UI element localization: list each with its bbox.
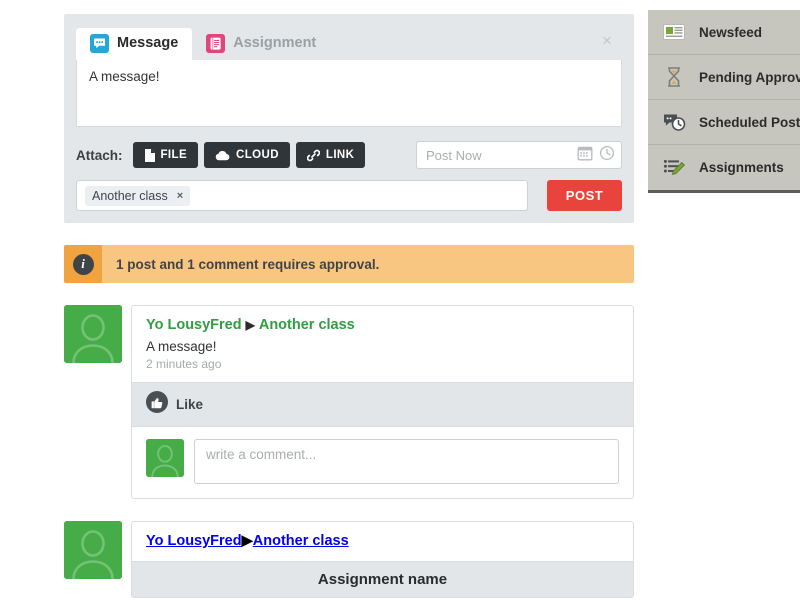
recipients-row: Another class × POST xyxy=(76,180,622,211)
feed-post-assignment: Yo LousyFred▶Another class Assignment na… xyxy=(64,521,634,598)
right-sidebar: Newsfeed Pending Approval xyxy=(648,10,800,193)
schedule-input[interactable]: Post Now xyxy=(426,148,571,163)
avatar[interactable] xyxy=(64,305,122,364)
thumbs-up-icon xyxy=(146,391,168,418)
post-author-link[interactable]: Yo LousyFred xyxy=(146,533,242,549)
attach-link-label: LINK xyxy=(325,149,355,161)
like-bar[interactable]: Like xyxy=(132,382,633,427)
assignments-pencil-icon xyxy=(662,156,686,180)
post-author-link[interactable]: Yo LousyFred xyxy=(146,317,242,333)
attach-label: Attach: xyxy=(76,147,123,163)
sidebar-item-pending-approval-label: Pending Approval xyxy=(699,69,800,85)
post-body-text: A message! xyxy=(146,339,217,354)
like-label: Like xyxy=(176,397,204,412)
main-column: Message Assignment × A message! Attach: … xyxy=(64,0,634,598)
sidebar-item-scheduled-posts-label: Scheduled Posts xyxy=(699,114,800,130)
recipient-chip-label: Another class xyxy=(92,188,168,203)
post-separator-icon: ▶ xyxy=(245,318,255,332)
sidebar-item-assignments[interactable]: Assignments xyxy=(648,145,800,190)
tab-message-label: Message xyxy=(117,35,179,52)
recipients-input[interactable]: Another class × xyxy=(76,180,528,211)
composer-tabs: Message Assignment × xyxy=(76,28,622,60)
newsfeed-icon xyxy=(662,20,686,44)
assignment-title: Assignment name xyxy=(132,561,633,597)
message-textarea[interactable]: A message! xyxy=(76,60,622,127)
sidebar-item-scheduled-posts[interactable]: Scheduled Posts xyxy=(648,100,800,145)
speech-bubble-icon xyxy=(90,34,109,53)
app-root: Message Assignment × A message! Attach: … xyxy=(0,0,800,600)
attach-link-button[interactable]: LINK xyxy=(295,142,366,168)
attach-file-label: FILE xyxy=(160,149,188,161)
tab-message[interactable]: Message xyxy=(76,28,193,60)
post-separator-icon: ▶ xyxy=(241,533,253,549)
cloud-icon xyxy=(215,150,230,161)
attach-cloud-label: CLOUD xyxy=(236,149,279,161)
attach-row: Attach: FILE CLOUD LINK Post Now xyxy=(76,141,622,169)
sidebar-item-assignments-label: Assignments xyxy=(699,160,784,175)
post-header: Yo LousyFred▶ Another class xyxy=(132,306,633,336)
link-icon xyxy=(306,149,320,162)
info-glyph: i xyxy=(72,253,94,275)
comment-row: write a comment... xyxy=(132,427,633,498)
sidebar-item-newsfeed[interactable]: Newsfeed xyxy=(648,10,800,55)
sidebar-item-pending-approval[interactable]: Pending Approval xyxy=(648,55,800,100)
post-target-link[interactable]: Another class xyxy=(253,533,349,549)
post-header: Yo LousyFred▶Another class xyxy=(132,522,633,561)
file-icon xyxy=(144,148,155,162)
remove-chip-icon[interactable]: × xyxy=(177,190,183,202)
approval-alert-banner: i 1 post and 1 comment requires approval… xyxy=(64,245,634,283)
composer-panel: Message Assignment × A message! Attach: … xyxy=(64,14,634,223)
sidebar-item-newsfeed-label: Newsfeed xyxy=(699,24,763,40)
attach-file-button[interactable]: FILE xyxy=(132,142,199,168)
comment-input[interactable]: write a comment... xyxy=(194,439,619,484)
schedule-datefield[interactable]: Post Now xyxy=(416,141,622,169)
recipient-chip[interactable]: Another class × xyxy=(85,185,191,206)
info-icon: i xyxy=(64,245,102,283)
avatar[interactable] xyxy=(64,521,122,580)
post-timestamp: 2 minutes ago xyxy=(146,357,222,371)
scheduled-posts-icon xyxy=(662,110,686,134)
close-icon[interactable]: × xyxy=(598,32,616,50)
calendar-icon[interactable] xyxy=(577,145,593,166)
attach-cloud-button[interactable]: CLOUD xyxy=(204,142,290,168)
feed-post-message: Yo LousyFred ▶ Another class A message! 2 … xyxy=(64,305,634,499)
post-card: Yo LousyFred▶Another class Assignment na… xyxy=(131,521,634,598)
post-button[interactable]: POST xyxy=(547,180,622,211)
tab-assignment[interactable]: Assignment xyxy=(192,28,330,60)
post-target-link[interactable]: Another class xyxy=(259,317,355,333)
hourglass-icon xyxy=(662,65,686,89)
comment-avatar[interactable] xyxy=(146,439,184,478)
assignment-doc-icon xyxy=(206,34,226,53)
post-card: Yo LousyFred ▶ Another class A message! 2 … xyxy=(131,305,634,499)
tab-assignment-label: Assignment xyxy=(233,35,317,52)
approval-alert-text: 1 post and 1 comment requires approval. xyxy=(116,256,380,272)
clock-icon[interactable] xyxy=(599,145,615,166)
